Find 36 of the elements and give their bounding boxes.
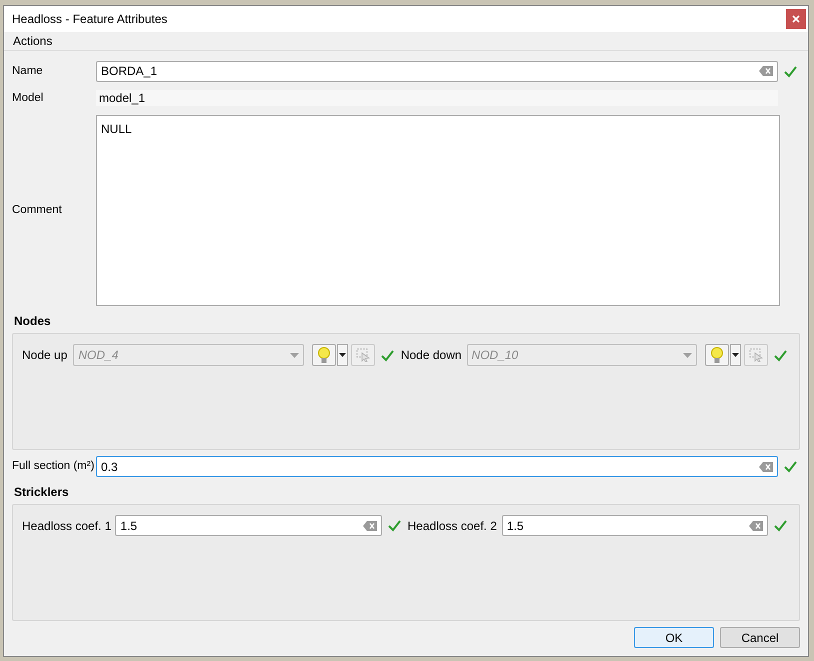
dropdown-button[interactable]: [336, 344, 348, 366]
close-button[interactable]: [786, 8, 806, 29]
field-label: Model: [12, 90, 44, 106]
clear-icon[interactable]: [362, 520, 376, 530]
cursor-select-icon: [749, 348, 763, 362]
text-field[interactable]: 1.5: [115, 515, 382, 536]
close-icon: [792, 14, 800, 23]
comment-field[interactable]: NULL: [96, 115, 780, 306]
group-title: Stricklers: [14, 484, 70, 501]
clear-icon[interactable]: [749, 520, 763, 530]
text-field[interactable]: BORDA_1: [96, 60, 778, 82]
dialog-button[interactable]: OK: [634, 627, 714, 648]
readonly-field: model_1: [96, 90, 778, 106]
dropdown-arrow-icon: [290, 352, 299, 358]
window-title: Headloss - Feature Attributes: [12, 10, 168, 28]
clear-icon[interactable]: [759, 462, 773, 472]
cursor-select-icon: [356, 348, 370, 362]
field-label: Headloss coef. 1: [22, 518, 112, 534]
field-label: Name: [12, 64, 44, 79]
field-label: Full section (m²): [12, 458, 96, 474]
caret-icon: [338, 353, 346, 357]
caret-icon: [732, 353, 739, 357]
text-field[interactable]: 1.5: [502, 515, 768, 536]
dialog-button[interactable]: Cancel: [720, 627, 800, 648]
text-field[interactable]: 0.3: [96, 456, 778, 477]
field-label: Node up: [22, 347, 68, 364]
lightbulb-icon: [711, 346, 723, 364]
field-label: Node down: [400, 347, 462, 364]
field-label: Headloss coef. 2: [408, 518, 497, 534]
dropdown-button[interactable]: [730, 344, 741, 366]
dropdown-arrow-icon: [683, 352, 692, 358]
field-label: Comment: [12, 202, 63, 218]
clear-icon[interactable]: [759, 66, 773, 76]
menu-item[interactable]: Actions: [13, 32, 52, 50]
group-title: Nodes: [14, 313, 52, 330]
lightbulb-icon: [318, 346, 330, 364]
